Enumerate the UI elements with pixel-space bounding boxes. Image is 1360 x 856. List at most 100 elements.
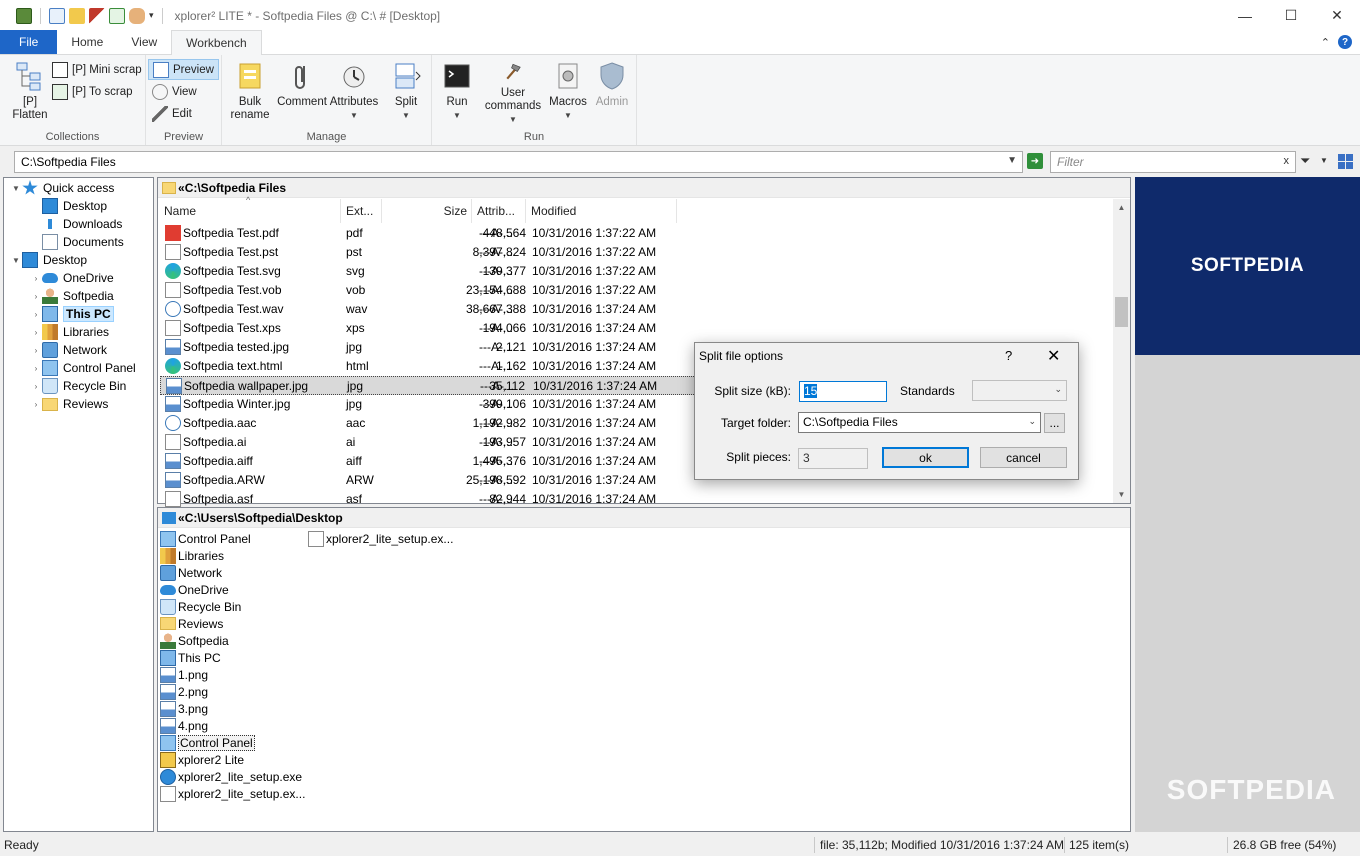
file-row[interactable]: Softpedia Test.svg svg 139,377 ---A-... 10/3… (160, 262, 834, 281)
path-input[interactable]: C:\Softpedia Files ▼ (14, 151, 1023, 173)
desktop-item[interactable]: This PC (160, 649, 221, 666)
tree-item-onedrive[interactable]: › OneDrive (30, 269, 114, 287)
desktop-item[interactable]: 2.png (160, 683, 208, 700)
desktop-item[interactable]: xplorer2_lite_setup.exe (160, 768, 302, 785)
layout-grid-icon[interactable] (1338, 154, 1353, 169)
tab-workbench[interactable]: Workbench (171, 30, 262, 55)
tree-item-desktop[interactable]: Desktop (30, 197, 107, 215)
macros-button[interactable]: Macros ▼ (546, 58, 590, 126)
tree-item-quick-access[interactable]: ▼ Quick access (10, 179, 114, 197)
cancel-button[interactable]: cancel (980, 447, 1067, 468)
to-scrap-button[interactable]: [P] To scrap (48, 81, 146, 102)
desktop-item[interactable]: Softpedia (160, 632, 229, 649)
comment-button[interactable]: Comment (276, 58, 328, 126)
file-list-scrollbar[interactable]: ▲ ▼ (1113, 199, 1130, 503)
expand-arrow-icon[interactable]: › (30, 310, 42, 319)
desktop-item[interactable]: 4.png (160, 717, 208, 734)
hand-icon[interactable] (129, 7, 145, 24)
target-folder-select[interactable]: C:\Softpedia Files ⌄ (798, 412, 1041, 433)
scroll-thumb[interactable] (1115, 297, 1128, 327)
expand-arrow-icon[interactable]: ▼ (10, 184, 22, 193)
file-row[interactable]: Softpedia Test.xps xps 194,066 ---A-... 10/3… (160, 319, 834, 338)
tree-item-libraries[interactable]: › Libraries (30, 323, 109, 341)
new-window-icon[interactable] (49, 7, 65, 24)
desktop-item[interactable]: Libraries (160, 547, 224, 564)
tab-home[interactable]: Home (57, 30, 117, 54)
desktop-item[interactable]: Reviews (160, 615, 223, 632)
desktop-item[interactable]: xplorer2_lite_setup.ex... (308, 530, 453, 547)
tree-item-documents[interactable]: Documents (30, 233, 124, 251)
clear-filter-icon[interactable]: x (1284, 155, 1290, 167)
tree-item-control-panel[interactable]: › Control Panel (30, 359, 136, 377)
go-icon[interactable]: ➜ (1027, 153, 1043, 169)
expand-arrow-icon[interactable]: › (30, 328, 42, 337)
preview-button[interactable]: Preview (148, 59, 219, 80)
admin-button[interactable]: Admin (590, 58, 634, 126)
collapse-ribbon-icon[interactable]: ⌃ (1321, 36, 1330, 49)
filter-dropdown-icon[interactable]: ▼ (1320, 156, 1328, 165)
split-button[interactable]: Split ▼ (380, 58, 432, 126)
maximize-button[interactable]: ☐ (1268, 0, 1314, 31)
scroll-down-icon[interactable]: ▼ (1113, 490, 1130, 499)
desktop-item[interactable]: OneDrive (160, 581, 229, 598)
edit-button[interactable]: Edit (148, 103, 219, 124)
expand-arrow-icon[interactable]: › (30, 274, 42, 283)
desktop-item[interactable]: Recycle Bin (160, 598, 241, 615)
file-row[interactable]: Softpedia Test.wav wav 38,667,388 ---A-... 1… (160, 300, 834, 319)
column-ext[interactable]: Ext... (342, 199, 382, 223)
dialog-help-button[interactable]: ? (1005, 348, 1012, 363)
tree-item-desktop[interactable]: ▼ Desktop (10, 251, 87, 269)
expand-arrow-icon[interactable]: ▼ (10, 256, 22, 265)
column-modified[interactable]: Modified (527, 199, 677, 223)
minimize-button[interactable]: — (1222, 0, 1268, 31)
tab-view[interactable]: View (117, 30, 171, 54)
browse-button[interactable]: ... (1044, 413, 1065, 433)
tree-item-this-pc[interactable]: › This PC (30, 305, 114, 323)
close-button[interactable]: ✕ (1314, 0, 1360, 31)
user-commands-button[interactable]: User commands ▼ (480, 58, 546, 126)
expand-arrow-icon[interactable]: › (30, 346, 42, 355)
bookmark-flag-icon[interactable] (89, 7, 105, 24)
filter-input[interactable]: Filter x (1050, 151, 1296, 173)
desktop-item[interactable]: Control Panel (160, 530, 251, 547)
desktop-item[interactable]: Control Panel (160, 734, 255, 751)
file-row[interactable]: Softpedia Test.vob vob 23,154,688 ---A-... 1… (160, 281, 834, 300)
scroll-up-icon[interactable]: ▲ (1113, 203, 1130, 212)
desktop-item[interactable]: xplorer2 Lite (160, 751, 244, 768)
bulk-rename-button[interactable]: Bulk rename (224, 58, 276, 126)
column-name[interactable]: Name ^ (160, 195, 341, 223)
tree-item-recycle-bin[interactable]: › Recycle Bin (30, 377, 126, 395)
desktop-item[interactable]: 3.png (160, 700, 208, 717)
tab-file[interactable]: File (0, 30, 58, 54)
split-size-input[interactable]: 15 (799, 381, 887, 402)
column-size[interactable]: Size (383, 199, 472, 223)
tree-item-softpedia[interactable]: › Softpedia (30, 287, 114, 305)
expand-arrow-icon[interactable]: › (30, 400, 42, 409)
dialog-close-button[interactable]: ✕ (1047, 346, 1060, 366)
customize-qat-icon[interactable]: ▾ (149, 10, 154, 21)
standards-select[interactable]: ⌄ (972, 380, 1067, 401)
expand-arrow-icon[interactable]: › (30, 382, 42, 391)
funnel-icon[interactable]: ⏷ (1300, 153, 1310, 169)
refresh-icon[interactable] (109, 7, 125, 24)
ok-button[interactable]: ok (882, 447, 969, 468)
expand-arrow-icon[interactable]: › (30, 364, 42, 373)
help-icon[interactable]: ? (1338, 35, 1352, 49)
tree-item-reviews[interactable]: › Reviews (30, 395, 109, 413)
open-folder-icon[interactable] (69, 7, 85, 24)
tree-item-downloads[interactable]: Downloads (30, 215, 122, 233)
file-row[interactable]: Softpedia Test.pst pst 8,397,824 ---A-... 10… (160, 243, 834, 262)
expand-arrow-icon[interactable]: › (30, 292, 42, 301)
tree-item-network[interactable]: › Network (30, 341, 107, 359)
file-row[interactable]: Softpedia Test.pdf pdf 448,564 ---A-... 10/3… (160, 224, 834, 243)
view-button[interactable]: View (148, 81, 219, 102)
run-label: Run (446, 96, 468, 108)
column-attrib[interactable]: Attrib... (473, 199, 526, 223)
desktop-item[interactable]: 1.png (160, 666, 208, 683)
path-dropdown-icon[interactable]: ▼ (1007, 155, 1017, 166)
attributes-button[interactable]: Attributes ▼ (328, 58, 380, 126)
run-button[interactable]: Run ▼ (434, 58, 480, 126)
mini-scrap-button[interactable]: [P] Mini scrap (48, 59, 146, 80)
desktop-item[interactable]: xplorer2_lite_setup.ex... (160, 785, 305, 802)
desktop-item[interactable]: Network (160, 564, 222, 581)
